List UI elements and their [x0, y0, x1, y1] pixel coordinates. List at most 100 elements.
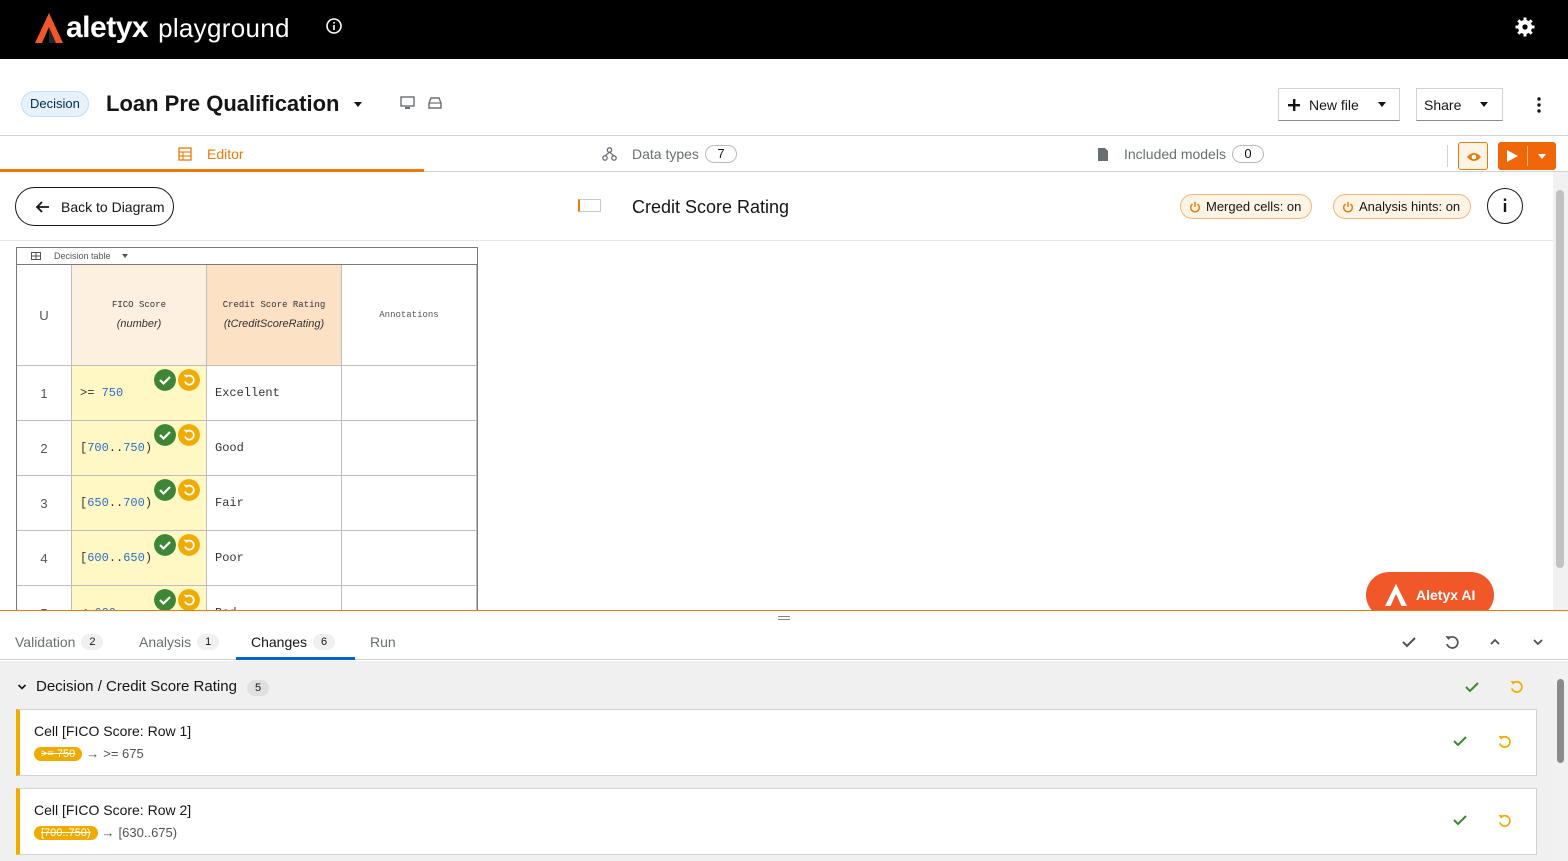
input-cell-value: [600..650)	[80, 551, 153, 565]
decision-table-toolbar[interactable]: Decision table	[17, 248, 477, 265]
output-column-header[interactable]: Credit Score Rating (tCreditScoreRating)	[207, 265, 342, 366]
tab-run[interactable]: Run	[370, 624, 396, 660]
model-type-badge: Decision	[21, 91, 89, 117]
input-column-name: FICO Score	[111, 300, 166, 310]
input-cell[interactable]: [650..700)	[72, 476, 207, 531]
editor-scrollbar[interactable]	[1553, 172, 1568, 610]
kebab-menu-icon[interactable]	[1532, 95, 1546, 115]
input-cell[interactable]: < 600	[72, 586, 207, 611]
power-icon	[1343, 201, 1353, 212]
tab-data-types[interactable]: Data types 7	[602, 136, 737, 172]
check-circle-icon[interactable]	[154, 424, 176, 446]
annotation-cell[interactable]	[342, 586, 477, 611]
undo-group-icon[interactable]	[1509, 679, 1524, 694]
output-cell[interactable]: Excellent	[207, 366, 342, 421]
splitter-grip[interactable]	[778, 616, 790, 620]
tab-changes-label: Changes	[251, 634, 308, 650]
undo-circle-icon[interactable]	[178, 479, 200, 501]
undo-circle-icon[interactable]	[178, 424, 200, 446]
output-cell[interactable]: Poor	[207, 531, 342, 586]
accept-all-icon[interactable]	[1401, 634, 1417, 650]
undo-circle-icon[interactable]	[178, 369, 200, 391]
product-name: playground	[158, 12, 290, 43]
check-circle-icon[interactable]	[154, 369, 176, 391]
annotation-cell[interactable]	[342, 421, 477, 476]
accept-group-icon[interactable]	[1465, 681, 1479, 693]
chevron-up-icon[interactable]	[1487, 634, 1503, 650]
table-icon	[178, 147, 192, 161]
input-column-header[interactable]: FICO Score (number)	[72, 265, 207, 366]
changes-count: 6	[313, 634, 336, 650]
annotations-column-header[interactable]: Annotations	[342, 265, 477, 366]
row-number[interactable]: 1	[17, 366, 72, 421]
info-icon[interactable]	[325, 17, 343, 35]
hard-drive-icon[interactable]	[428, 97, 442, 109]
row-number[interactable]: 2	[17, 421, 72, 476]
scrollbar-thumb[interactable]	[1556, 190, 1564, 568]
change-diff: [700..750) → [630..675)	[34, 825, 177, 840]
tab-editor[interactable]: Editor	[178, 136, 244, 172]
analysis-hints-label: Analysis hints: on	[1359, 199, 1461, 214]
undo-all-icon[interactable]	[1444, 634, 1460, 650]
row-number[interactable]: 5	[17, 586, 72, 611]
changes-scrollbar[interactable]	[1553, 661, 1568, 861]
output-column-name: Credit Score Rating	[222, 300, 326, 310]
undo-change-icon[interactable]	[1497, 813, 1512, 828]
problems-panel-tabs: Validation 2 Analysis 1 Changes 6 Run	[0, 624, 1568, 660]
annotation-cell[interactable]	[342, 476, 477, 531]
decision-table-toolbar-label: Decision table	[54, 251, 111, 261]
app-logo[interactable]: aletyx playground	[34, 10, 290, 46]
undo-circle-icon[interactable]	[178, 534, 200, 556]
chevron-down-icon[interactable]	[1530, 634, 1546, 650]
gear-icon[interactable]	[1514, 16, 1536, 38]
run-button[interactable]	[1498, 142, 1556, 170]
output-cell[interactable]: Good	[207, 421, 342, 476]
back-label: Back to Diagram	[61, 198, 165, 215]
hit-policy-cell[interactable]: U	[17, 265, 72, 366]
input-cell[interactable]: >= 750	[72, 366, 207, 421]
model-title[interactable]: Loan Pre Qualification	[106, 91, 339, 117]
merged-cells-toggle[interactable]: Merged cells: on	[1180, 194, 1313, 219]
tab-included-models[interactable]: Included models 0	[1097, 136, 1264, 172]
check-circle-icon[interactable]	[154, 589, 176, 611]
caret-down-icon[interactable]	[1528, 142, 1556, 170]
undo-circle-icon[interactable]	[178, 589, 200, 611]
input-cell[interactable]: [600..650)	[72, 531, 207, 586]
accept-change-icon[interactable]	[1453, 735, 1467, 747]
back-to-diagram-button[interactable]: Back to Diagram	[15, 187, 174, 226]
output-cell[interactable]: Fair	[207, 476, 342, 531]
active-bottom-tab-indicator	[236, 657, 355, 660]
scrollbar-thumb[interactable]	[1557, 679, 1564, 763]
change-group-title[interactable]: Decision / Credit Score Rating 5	[36, 678, 270, 696]
output-cell[interactable]: Bad	[207, 586, 342, 611]
analysis-hints-toggle[interactable]: Analysis hints: on	[1333, 194, 1472, 219]
chevron-down-icon[interactable]	[17, 683, 27, 691]
editor-separator	[0, 240, 1553, 241]
tab-analysis[interactable]: Analysis 1	[139, 624, 220, 660]
output-cell-value: Poor	[215, 551, 244, 565]
check-circle-icon[interactable]	[154, 479, 176, 501]
row-number[interactable]: 3	[17, 476, 72, 531]
check-circle-icon[interactable]	[154, 534, 176, 556]
caret-down-icon[interactable]	[352, 101, 364, 109]
new-file-button[interactable]: New file	[1278, 88, 1400, 121]
desktop-icon[interactable]	[400, 96, 415, 110]
change-card[interactable]: Cell [FICO Score: Row 2] [700..750) → [6…	[16, 788, 1537, 855]
panel-splitter[interactable]	[0, 610, 1568, 624]
tab-changes[interactable]: Changes 6	[251, 624, 336, 660]
row-number[interactable]: 4	[17, 531, 72, 586]
annotation-cell[interactable]	[342, 531, 477, 586]
new-file-label: New file	[1309, 96, 1359, 113]
change-card[interactable]: Cell [FICO Score: Row 1] >= 750 → >= 675	[16, 709, 1537, 776]
share-button[interactable]: Share	[1416, 88, 1503, 121]
input-cell[interactable]: [700..750)	[72, 421, 207, 476]
preview-button[interactable]	[1458, 142, 1488, 170]
brand-name: aletyx	[66, 11, 149, 44]
undo-change-icon[interactable]	[1497, 734, 1512, 749]
caret-down-icon	[1480, 102, 1489, 107]
annotation-cell[interactable]	[342, 366, 477, 421]
tab-validation[interactable]: Validation 2	[15, 624, 104, 660]
accept-change-icon[interactable]	[1453, 814, 1467, 826]
info-button[interactable]	[1487, 188, 1523, 224]
input-column-type: (number)	[116, 318, 162, 330]
